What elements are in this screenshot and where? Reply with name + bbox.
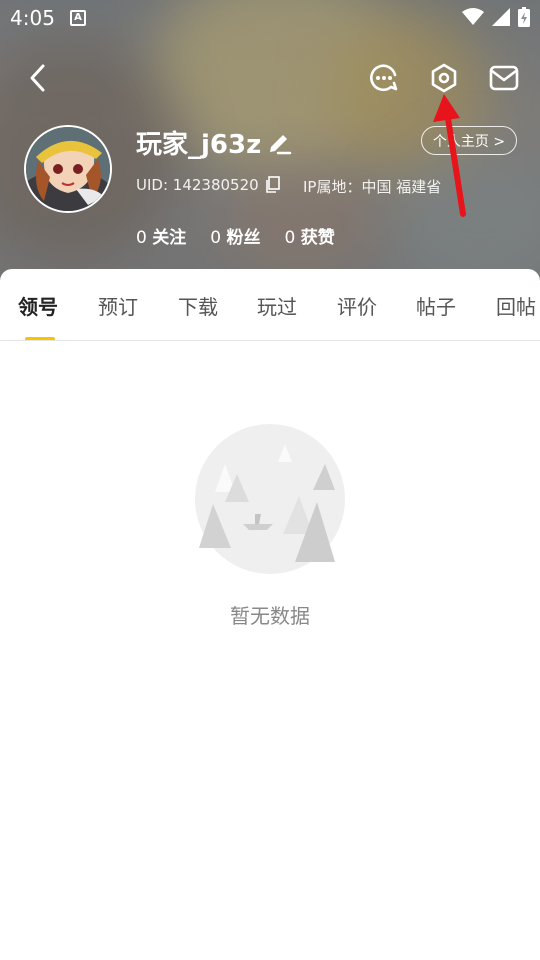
stat-label: 关注	[152, 228, 187, 248]
stat-count: 0	[136, 228, 147, 248]
ip-location: IP属地：中国 福建省	[303, 178, 442, 196]
tab-reviews[interactable]: 评价	[337, 291, 377, 320]
chat-bubble-icon	[370, 64, 398, 92]
stat-count: 0	[210, 228, 222, 248]
back-button[interactable]	[18, 58, 58, 98]
tab-claim[interactable]: 领号	[18, 291, 58, 320]
user-avatar[interactable]	[24, 125, 112, 213]
stat-label: 获赞	[300, 228, 335, 248]
mail-icon	[489, 65, 519, 91]
back-arrow-icon	[30, 64, 45, 92]
stat-likes[interactable]: 0 获赞	[284, 223, 334, 248]
tab-replies[interactable]: 回帖	[496, 291, 536, 320]
annotation-arrow	[433, 94, 466, 217]
stat-count: 0	[284, 228, 296, 248]
empty-state-text: 暂无数据	[230, 604, 310, 628]
username: 玩家_j63z	[136, 130, 262, 160]
empty-landscape-icon	[195, 424, 345, 574]
battery-icon	[518, 7, 530, 27]
copy-icon[interactable]	[265, 176, 281, 194]
wifi-icon	[462, 8, 484, 25]
tab-posts[interactable]: 帖子	[416, 291, 456, 320]
mail-button[interactable]	[484, 58, 524, 98]
tab-download[interactable]: 下载	[178, 291, 218, 320]
pencil-icon[interactable]	[266, 130, 292, 156]
notification-badge-icon: A	[70, 10, 86, 26]
stat-following[interactable]: 0 关注	[136, 223, 186, 248]
tab-bar: 领号 预订 下载 玩过 评价 帖子 回帖	[0, 269, 540, 341]
avatar-image	[26, 127, 110, 211]
uid-row: UID: 142380520	[136, 176, 281, 194]
stat-label: 粉丝	[226, 228, 261, 248]
settings-hexagon-icon	[431, 63, 457, 93]
uid-text: UID: 142380520	[136, 176, 259, 194]
active-tab-indicator	[25, 337, 55, 340]
tab-played[interactable]: 玩过	[257, 291, 297, 320]
stat-followers[interactable]: 0 粉丝	[210, 223, 260, 248]
status-bar: 4:05 A	[0, 0, 540, 36]
tab-reserve[interactable]: 预订	[98, 291, 138, 320]
status-time: 4:05	[10, 6, 55, 30]
profile-stats: 0 关注 0 粉丝 0 获赞	[136, 223, 335, 248]
signal-icon	[492, 8, 510, 26]
chat-button[interactable]	[364, 58, 404, 98]
